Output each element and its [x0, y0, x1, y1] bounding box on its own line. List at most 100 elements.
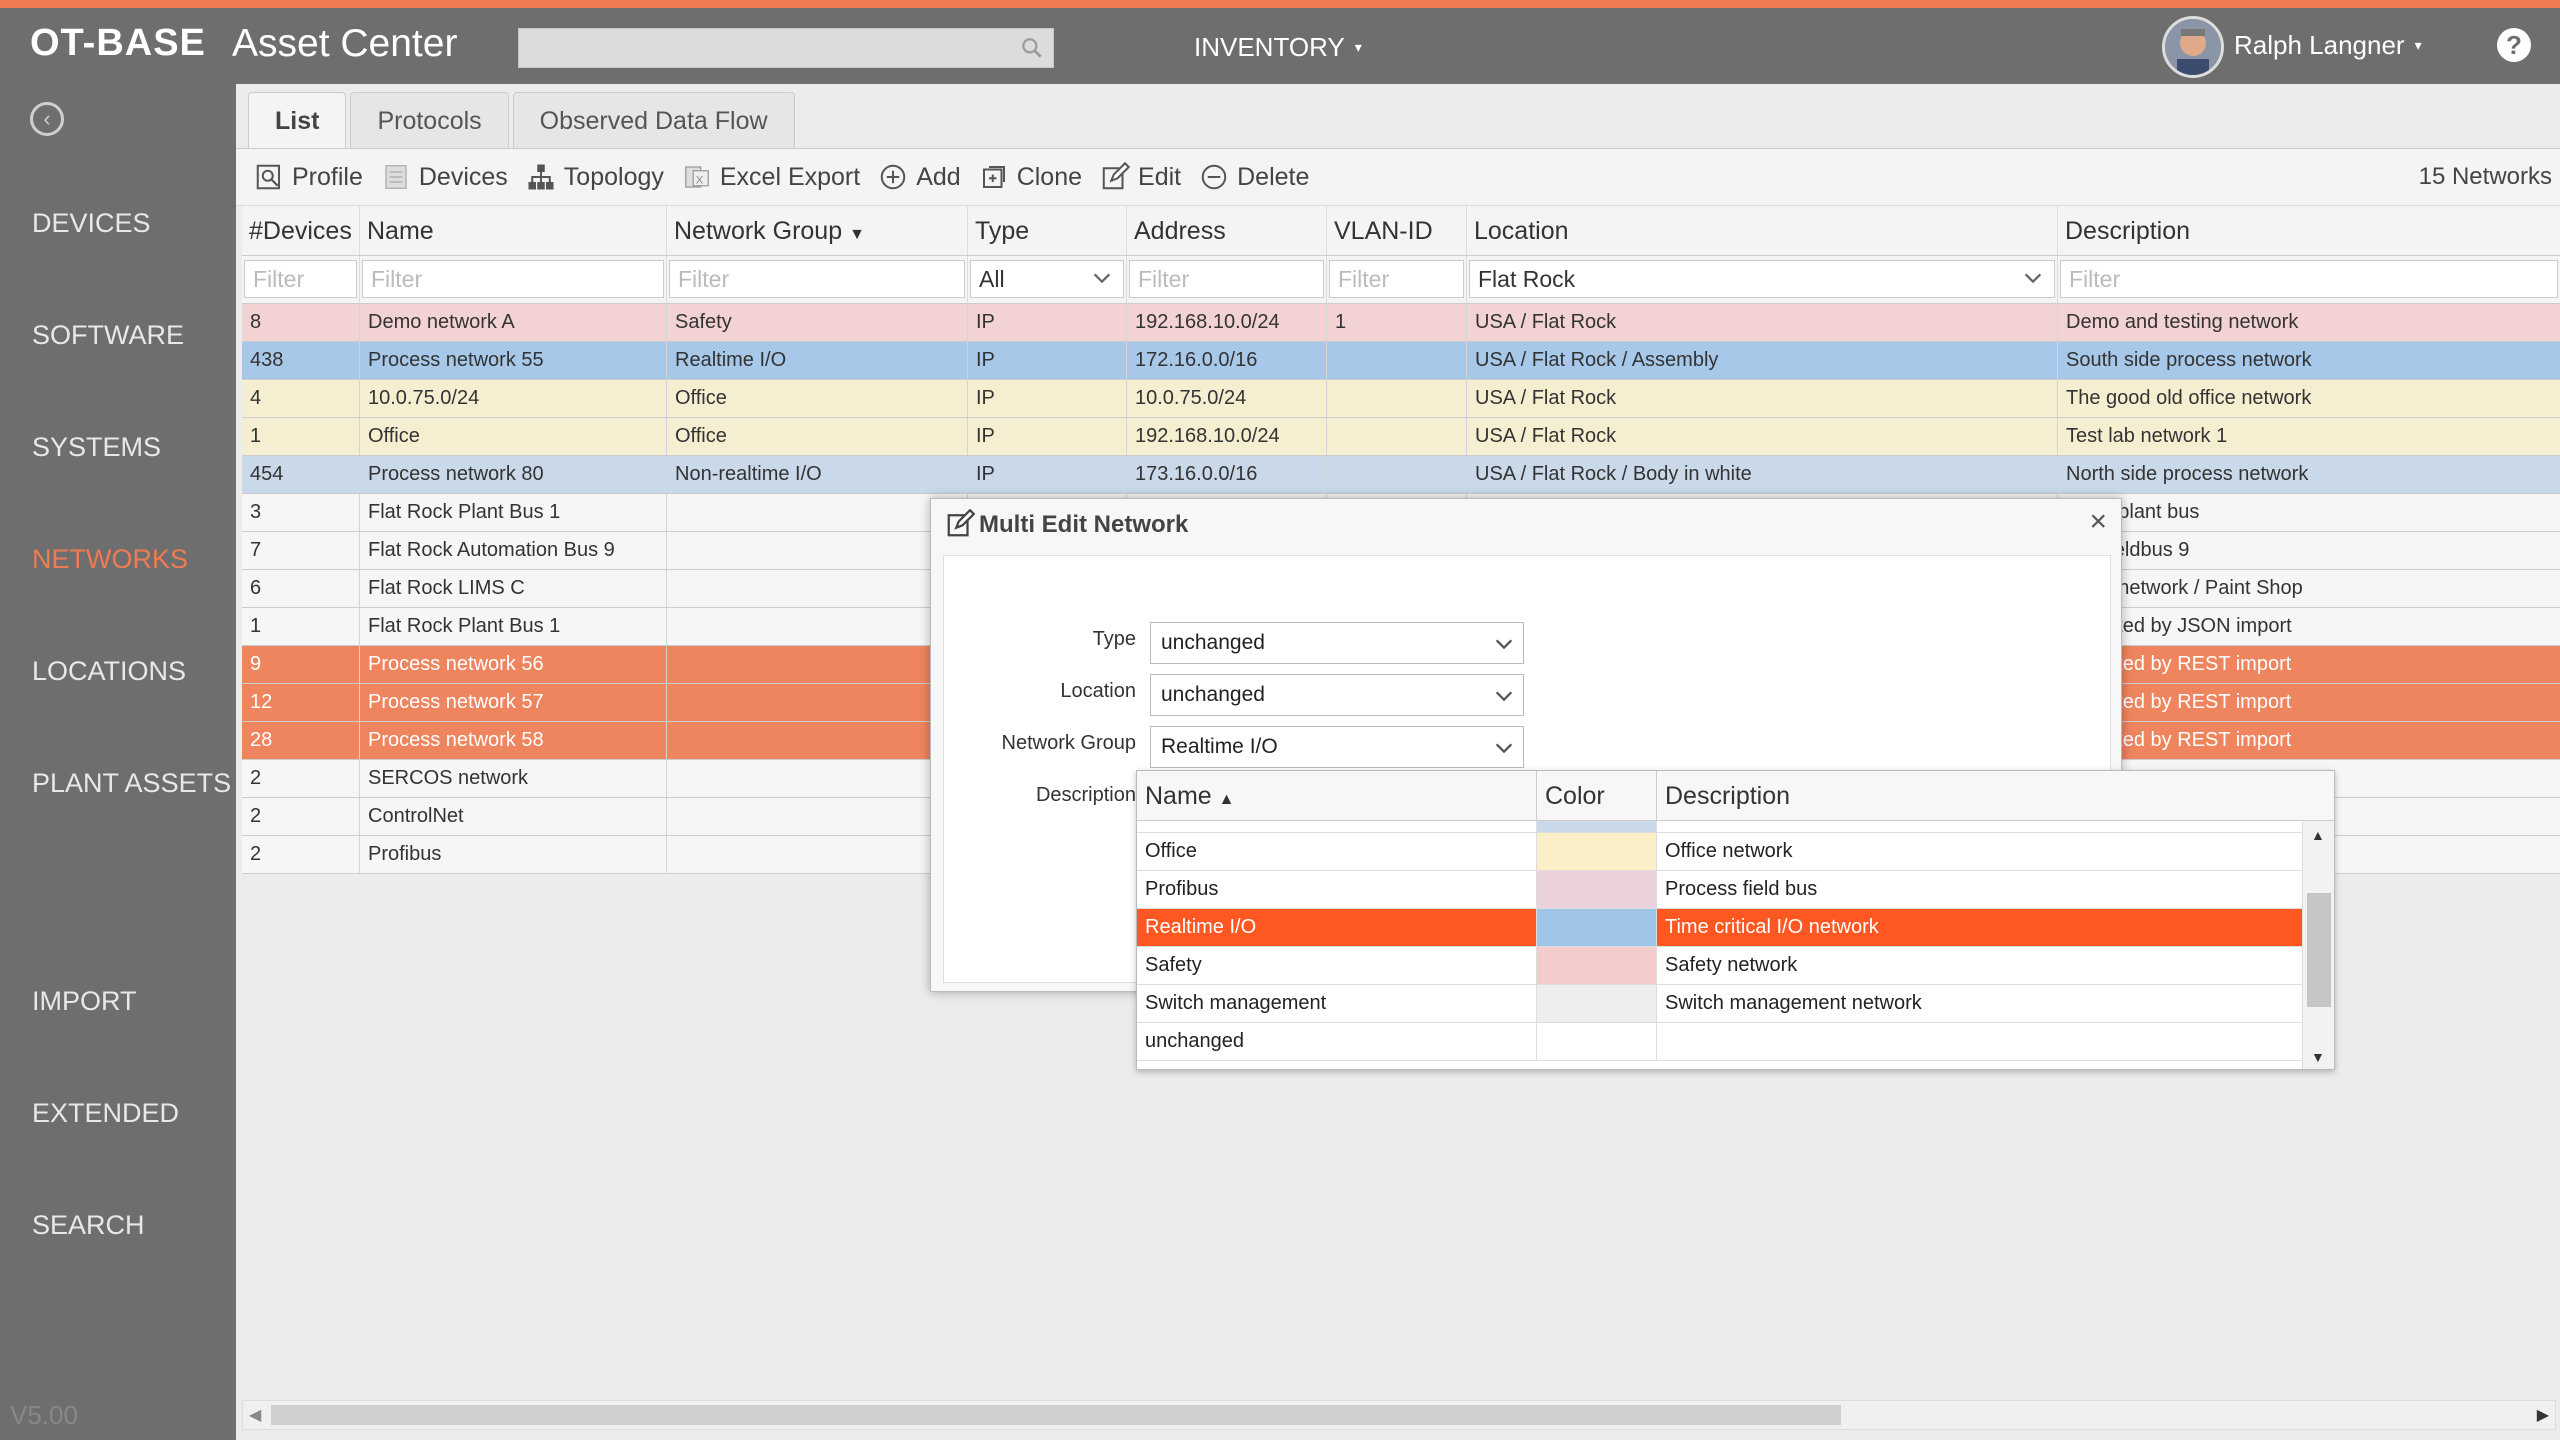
column-header-name[interactable]: Name [360, 206, 667, 255]
filter-cell: Filter [2058, 256, 2560, 303]
dropdown-column-description[interactable]: Description [1657, 771, 2318, 820]
cell-devices: 3 [242, 494, 360, 531]
table-row[interactable]: 454 Process network 80 Non-realtime I/O IP 1… [242, 456, 2560, 494]
scrollbar-thumb[interactable] [271, 1405, 1841, 1425]
filter-devices-input[interactable]: Filter [244, 260, 357, 298]
filter-group-input[interactable]: Filter [669, 260, 965, 298]
filter-address-input[interactable]: Filter [1129, 260, 1324, 298]
tab-protocols[interactable]: Protocols [350, 92, 509, 148]
dropdown-column-color[interactable]: Color [1537, 771, 1657, 820]
dropdown-option[interactable]: unchanged [1137, 1023, 2302, 1061]
brand-logo[interactable]: OT-BASE [30, 22, 206, 65]
dropdown-scrollbar[interactable]: ▲ ▼ [2302, 821, 2334, 1069]
cell-devices: 28 [242, 722, 360, 759]
cell-devices: 4 [242, 380, 360, 417]
dropdown-option[interactable]: Switch management Switch management netwo… [1137, 985, 2302, 1023]
filter-description-input[interactable]: Filter [2060, 260, 2558, 298]
column-header-description[interactable]: Description [2058, 206, 2560, 255]
clone-button[interactable]: Clone [979, 162, 1082, 192]
add-button[interactable]: Add [878, 162, 961, 192]
cell-description: South side process network [2066, 349, 2312, 371]
sidebar-item-import[interactable]: IMPORT [32, 986, 137, 1017]
back-icon[interactable]: ‹ [30, 102, 64, 136]
devices-button[interactable]: Devices [381, 162, 508, 192]
sidebar-item-extended[interactable]: EXTENDED [32, 1098, 179, 1129]
search-icon[interactable] [1019, 35, 1045, 61]
column-header-location[interactable]: Location [1467, 206, 2058, 255]
cell-name: Flat Rock LIMS C [360, 570, 667, 607]
network-group-label: Network Group [1001, 732, 1137, 754]
sidebar-item-plant-assets[interactable]: PLANT ASSETS [32, 768, 231, 799]
sidebar-item-networks[interactable]: NETWORKS [32, 544, 188, 575]
horizontal-scrollbar[interactable]: ◀ ▶ [242, 1400, 2556, 1430]
chevron-down-icon [1495, 639, 1513, 650]
location-select-value: unchanged [1161, 683, 1265, 706]
cell-devices: 438 [242, 342, 360, 379]
dropdown-column-name-label: Name [1145, 782, 1212, 810]
topology-button[interactable]: Topology [526, 162, 664, 192]
dropdown-option[interactable]: Realtime I/O Time critical I/O network [1137, 909, 2302, 947]
option-description: Time critical I/O network [1665, 916, 1879, 938]
app-name: Asset Center [232, 22, 458, 65]
edit-icon [1102, 162, 1131, 190]
search-input[interactable] [518, 28, 1054, 68]
cell-location: USA / Flat Rock [1467, 380, 2058, 417]
column-header-address[interactable]: Address [1127, 206, 1327, 255]
scroll-left-icon[interactable]: ◀ [249, 1405, 261, 1425]
sidebar-item-software[interactable]: SOFTWARE [32, 320, 184, 351]
cell-description: enerated by REST import [2066, 691, 2292, 713]
column-header-network-group[interactable]: Network Group ▼ [667, 206, 968, 255]
delete-button[interactable]: Delete [1199, 162, 1309, 192]
sidebar-item-search[interactable]: SEARCH [32, 1210, 145, 1241]
cell-name: Flat Rock Plant Bus 1 [360, 494, 667, 531]
dropdown-option[interactable]: Profibus Process field bus [1137, 871, 2302, 909]
filter-vlan-input[interactable]: Filter [1329, 260, 1464, 298]
cell-name: Process network 56 [360, 646, 667, 683]
scroll-right-icon[interactable]: ▶ [2537, 1405, 2549, 1425]
sidebar-item-systems[interactable]: SYSTEMS [32, 432, 161, 463]
cell-devices: 454 [242, 456, 360, 493]
excel-icon: X [685, 166, 709, 188]
dropdown-option[interactable]: Safety Safety network [1137, 947, 2302, 985]
dropdown-header: Name ▲ Color Description [1137, 771, 2334, 821]
filter-location-select[interactable]: Flat Rock [1469, 260, 2055, 298]
edit-button[interactable]: Edit [1100, 162, 1181, 192]
scroll-down-icon[interactable]: ▼ [2311, 1049, 2325, 1065]
dropdown-column-name[interactable]: Name ▲ [1137, 771, 1537, 820]
type-select[interactable]: unchanged [1150, 622, 1524, 664]
caret-down-icon: ▾ [1354, 39, 1362, 55]
inventory-menu[interactable]: INVENTORY ▾ [1194, 32, 1362, 63]
filter-name-input[interactable]: Filter [362, 260, 664, 298]
column-header-type[interactable]: Type [968, 206, 1127, 255]
cell-address: 10.0.75.0/24 [1127, 380, 1327, 417]
user-menu[interactable]: Ralph Langner ▾ [2234, 30, 2422, 61]
avatar[interactable] [2162, 16, 2224, 78]
dropdown-option[interactable]: Non-realtime I/O Non-time critical I/O ne… [1137, 821, 2302, 833]
dropdown-option[interactable]: Office Office network [1137, 833, 2302, 871]
cell-group [667, 532, 968, 569]
filter-type-select[interactable]: All [970, 260, 1124, 298]
table-row[interactable]: 4 10.0.75.0/24 Office IP 10.0.75.0/24 USA / F… [242, 380, 2560, 418]
scroll-up-icon[interactable]: ▲ [2311, 827, 2325, 843]
tab-list[interactable]: List [248, 92, 347, 148]
scrollbar-thumb[interactable] [2307, 893, 2331, 1007]
network-group-select[interactable]: Realtime I/O [1150, 726, 1524, 768]
location-select[interactable]: unchanged [1150, 674, 1524, 716]
sidebar-item-locations[interactable]: LOCATIONS [32, 656, 186, 687]
column-header-vlan[interactable]: VLAN-ID [1327, 206, 1467, 255]
excel-export-button[interactable]: X Excel Export [682, 162, 860, 192]
close-icon[interactable]: × [2089, 505, 2107, 539]
tab-observed-data-flow[interactable]: Observed Data Flow [512, 92, 795, 148]
help-icon[interactable]: ? [2497, 28, 2531, 62]
filter-cell: Filter [1127, 256, 1327, 303]
profile-button[interactable]: Profile [254, 162, 363, 192]
table-row[interactable]: 8 Demo network A Safety IP 192.168.10.0/24 1 U… [242, 304, 2560, 342]
network-count: 15 Networks [2418, 163, 2552, 190]
sidebar-item-devices[interactable]: DEVICES [32, 208, 151, 239]
column-header-devices[interactable]: #Devices [242, 206, 360, 255]
table-row[interactable]: 1 Office Office IP 192.168.10.0/24 USA / Flat… [242, 418, 2560, 456]
cell-name: Process network 80 [360, 456, 667, 493]
cell-description: enerated by REST import [2066, 729, 2292, 751]
cell-description: enerated by REST import [2066, 653, 2292, 675]
table-row[interactable]: 438 Process network 55 Realtime I/O IP 172.1… [242, 342, 2560, 380]
